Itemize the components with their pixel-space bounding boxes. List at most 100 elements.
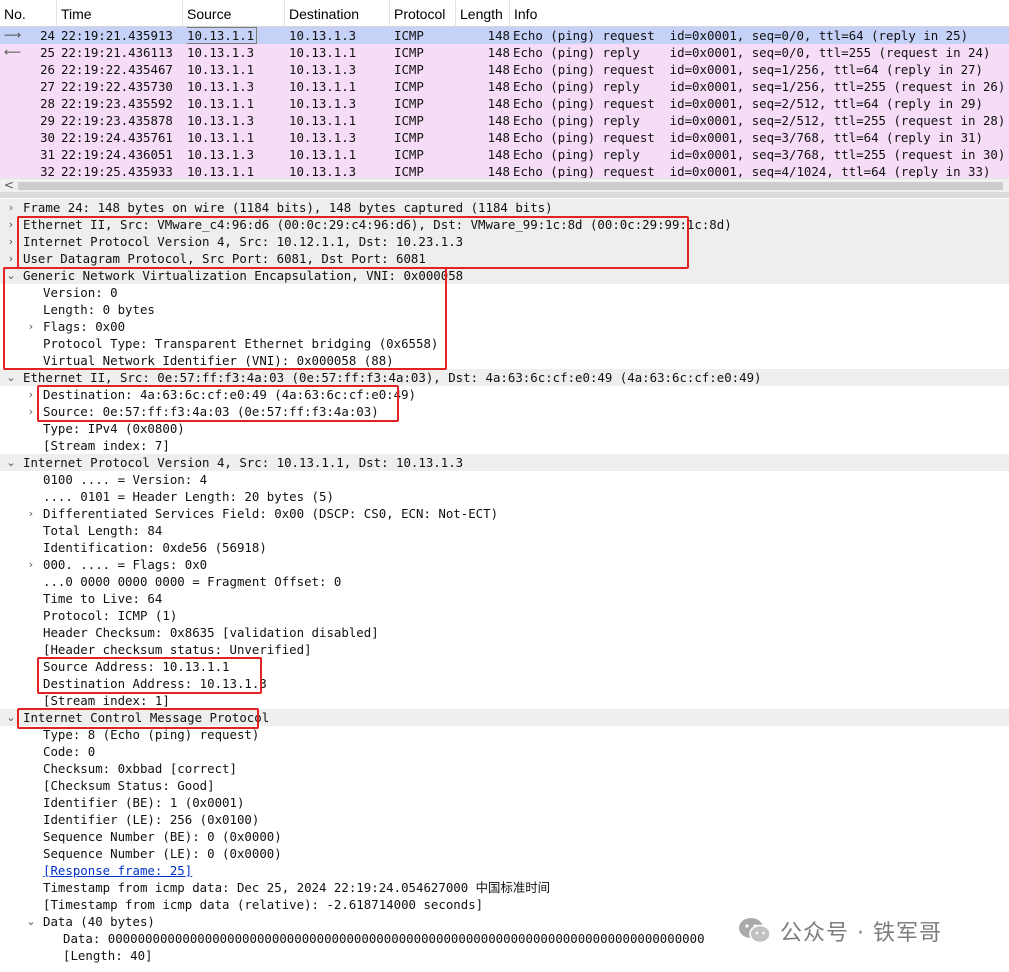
tree-header-row[interactable]: › Frame 24: 148 bytes on wire (1184 bits)… xyxy=(0,199,1009,216)
packet-row[interactable]: 29 22:19:23.435878 10.13.1.3 10.13.1.1 ICMP 1… xyxy=(0,112,1009,129)
packet-row[interactable]: 27 22:19:22.435730 10.13.1.3 10.13.1.1 ICMP 1… xyxy=(0,78,1009,95)
response-frame-link[interactable]: [Response frame: 25] xyxy=(43,862,192,879)
tree-field-row[interactable]: Timestamp from icmp data: Dec 25, 2024 2… xyxy=(0,879,1009,896)
cell-no: 25 xyxy=(0,44,57,61)
tree-field-row[interactable]: [Stream index: 1] xyxy=(0,692,1009,709)
tree-field-row[interactable]: Identifier (BE): 1 (0x0001) xyxy=(0,794,1009,811)
tree-field-row[interactable]: Version: 0 xyxy=(0,284,1009,301)
tree-header-row[interactable]: ⌄ Generic Network Virtualization Encapsul… xyxy=(0,267,1009,284)
tree-field-row[interactable]: [Length: 40] xyxy=(0,947,1009,964)
tree-field-row[interactable]: Virtual Network Identifier (VNI): 0x0000… xyxy=(0,352,1009,369)
tree-row-label: Version: 0 xyxy=(43,285,118,300)
tree-field-row[interactable]: Protocol Type: Transparent Ethernet brid… xyxy=(0,335,1009,352)
tree-field-row[interactable]: Checksum: 0xbbad [correct] xyxy=(0,760,1009,777)
tree-field-row[interactable]: 0100 .... = Version: 4 xyxy=(0,471,1009,488)
tree-field-row[interactable]: Total Length: 84 xyxy=(0,522,1009,539)
tree-field-row[interactable]: Type: IPv4 (0x0800) xyxy=(0,420,1009,437)
tree-header-row[interactable]: › User Datagram Protocol, Src Port: 6081,… xyxy=(0,250,1009,267)
collapse-chevron-icon[interactable]: › xyxy=(4,199,18,216)
tree-field-row[interactable]: › Source: 0e:57:ff:f3:4a:03 (0e:57:ff:f3:… xyxy=(0,403,1009,420)
tree-field-row[interactable]: Time to Live: 64 xyxy=(0,590,1009,607)
tree-row-label: Length: 0 bytes xyxy=(43,302,155,317)
tree-field-row[interactable]: Identifier (LE): 256 (0x0100) xyxy=(0,811,1009,828)
tree-row-label: Source Address: 10.13.1.1 xyxy=(43,659,230,674)
tree-header-row[interactable]: ⌄ Internet Protocol Version 4, Src: 10.13… xyxy=(0,454,1009,471)
cell-protocol: ICMP xyxy=(394,112,456,129)
tree-field-row[interactable]: [Stream index: 7] xyxy=(0,437,1009,454)
tree-field-row[interactable]: Sequence Number (BE): 0 (0x0000) xyxy=(0,828,1009,845)
tree-field-row[interactable]: Type: 8 (Echo (ping) request) xyxy=(0,726,1009,743)
tree-field-row[interactable]: Protocol: ICMP (1) xyxy=(0,607,1009,624)
collapse-chevron-icon[interactable]: › xyxy=(24,318,38,335)
packet-row[interactable]: ⟶ 24 22:19:21.435913 10.13.1.1 10.13.1.3 ICMP… xyxy=(0,27,1009,44)
cell-destination: 10.13.1.3 xyxy=(289,129,389,146)
tree-field-row[interactable]: Source Address: 10.13.1.1 xyxy=(0,658,1009,675)
column-header-no[interactable]: No. xyxy=(0,0,57,27)
cell-protocol-text: ICMP xyxy=(394,147,424,162)
tree-field-row[interactable]: Code: 0 xyxy=(0,743,1009,760)
tree-field-row[interactable]: .... 0101 = Header Length: 20 bytes (5) xyxy=(0,488,1009,505)
tree-header-row[interactable]: ⌄ Internet Control Message Protocol xyxy=(0,709,1009,726)
expand-chevron-icon[interactable]: ⌄ xyxy=(4,267,18,284)
cell-source: 10.13.1.1 xyxy=(187,27,285,44)
collapse-chevron-icon[interactable]: › xyxy=(4,233,18,250)
scrollbar-thumb[interactable] xyxy=(18,182,1003,190)
column-header-destination[interactable]: Destination xyxy=(285,0,390,27)
packet-row[interactable]: 30 22:19:24.435761 10.13.1.1 10.13.1.3 ICMP 1… xyxy=(0,129,1009,146)
column-header-protocol[interactable]: Protocol xyxy=(390,0,456,27)
tree-header-row[interactable]: › Internet Protocol Version 4, Src: 10.12… xyxy=(0,233,1009,250)
tree-field-row[interactable]: Sequence Number (LE): 0 (0x0000) xyxy=(0,845,1009,862)
tree-row-label: Generic Network Virtualization Encapsula… xyxy=(23,268,464,283)
column-header-info[interactable]: Info xyxy=(510,0,1009,27)
tree-field-row[interactable]: › 000. .... = Flags: 0x0 xyxy=(0,556,1009,573)
cell-no: 31 xyxy=(0,146,57,163)
cell-no: 29 xyxy=(0,112,57,129)
tree-field-row[interactable]: [Response frame: 25] xyxy=(0,862,1009,879)
collapse-chevron-icon[interactable]: › xyxy=(4,216,18,233)
tree-field-row[interactable]: [Timestamp from icmp data (relative): -2… xyxy=(0,896,1009,913)
tree-field-row[interactable]: Destination Address: 10.13.1.3 xyxy=(0,675,1009,692)
tree-field-row[interactable]: Length: 0 bytes xyxy=(0,301,1009,318)
packet-row[interactable]: 31 22:19:24.436051 10.13.1.3 10.13.1.1 ICMP 1… xyxy=(0,146,1009,163)
tree-header-row[interactable]: ⌄ Ethernet II, Src: 0e:57:ff:f3:4a:03 (0e… xyxy=(0,369,1009,386)
column-header-time[interactable]: Time xyxy=(57,0,183,27)
packet-row[interactable]: 26 22:19:22.435467 10.13.1.1 10.13.1.3 ICMP 1… xyxy=(0,61,1009,78)
cell-destination: 10.13.1.3 xyxy=(289,95,389,112)
tree-row-label: Type: 8 (Echo (ping) request) xyxy=(43,727,260,742)
tree-field-row[interactable]: › Flags: 0x00 xyxy=(0,318,1009,335)
tree-field-row[interactable]: Header Checksum: 0x8635 [validation disa… xyxy=(0,624,1009,641)
expand-chevron-icon[interactable]: ⌄ xyxy=(24,913,38,930)
packet-row[interactable]: 28 22:19:23.435592 10.13.1.1 10.13.1.3 ICMP 1… xyxy=(0,95,1009,112)
cell-destination: 10.13.1.3 xyxy=(289,163,389,178)
scroll-left-arrow-icon[interactable]: < xyxy=(4,178,14,192)
tree-row-label: Header Checksum: 0x8635 [validation disa… xyxy=(43,625,379,640)
tree-row-label: Destination Address: 10.13.1.3 xyxy=(43,676,267,691)
cell-protocol-text: ICMP xyxy=(394,96,424,111)
cell-destination-text: 10.13.1.1 xyxy=(289,113,357,128)
cell-destination: 10.13.1.1 xyxy=(289,78,389,95)
horizontal-scrollbar[interactable]: < xyxy=(0,178,1009,192)
tree-field-row[interactable]: [Header checksum status: Unverified] xyxy=(0,641,1009,658)
collapse-chevron-icon[interactable]: › xyxy=(24,403,38,420)
collapse-chevron-icon[interactable]: › xyxy=(24,386,38,403)
cell-length: 148 xyxy=(460,129,510,146)
tree-field-row[interactable]: [Checksum Status: Good] xyxy=(0,777,1009,794)
tree-field-row[interactable]: Identification: 0xde56 (56918) xyxy=(0,539,1009,556)
collapse-chevron-icon[interactable]: › xyxy=(4,250,18,267)
tree-field-row[interactable]: › Differentiated Services Field: 0x00 (DS… xyxy=(0,505,1009,522)
expand-chevron-icon[interactable]: ⌄ xyxy=(4,454,18,471)
tree-header-row[interactable]: › Ethernet II, Src: VMware_c4:96:d6 (00:0… xyxy=(0,216,1009,233)
collapse-chevron-icon[interactable]: › xyxy=(24,556,38,573)
cell-source: 10.13.1.3 xyxy=(187,112,285,129)
tree-field-row[interactable]: › Destination: 4a:63:6c:cf:e0:49 (4a:63:6… xyxy=(0,386,1009,403)
expand-chevron-icon[interactable]: ⌄ xyxy=(4,709,18,726)
packet-row[interactable]: ⟵ 25 22:19:21.436113 10.13.1.3 10.13.1.1 ICMP… xyxy=(0,44,1009,61)
column-header-source[interactable]: Source xyxy=(183,0,285,27)
packet-row[interactable]: 32 22:19:25.435933 10.13.1.1 10.13.1.3 ICMP 1… xyxy=(0,163,1009,178)
cell-no: 26 xyxy=(0,61,57,78)
expand-chevron-icon[interactable]: ⌄ xyxy=(4,369,18,386)
column-header-length[interactable]: Length xyxy=(456,0,510,27)
collapse-chevron-icon[interactable]: › xyxy=(24,505,38,522)
cell-info-text: Echo (ping) request id=0x0001, seq=2/512… xyxy=(513,96,983,111)
tree-field-row[interactable]: ...0 0000 0000 0000 = Fragment Offset: 0 xyxy=(0,573,1009,590)
